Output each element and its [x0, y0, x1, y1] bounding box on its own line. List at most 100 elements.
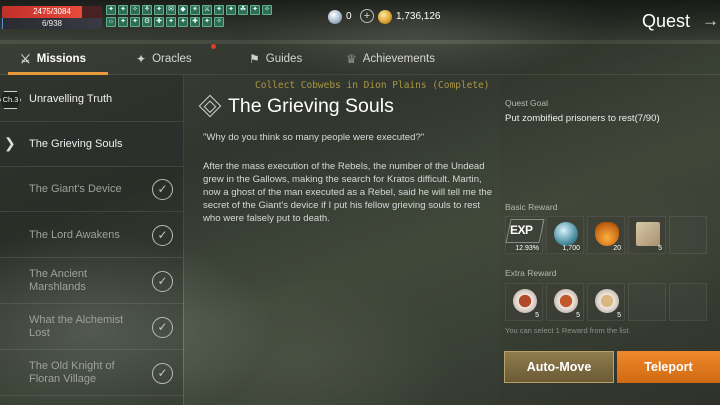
check-icon: ✓ — [152, 179, 173, 200]
buff-icon: ✦ — [178, 17, 188, 27]
hp-text: 2475/3084 — [33, 7, 71, 16]
mission-description: After the mass execution of the Rebels, … — [203, 161, 493, 224]
flag-icon: ⚑ — [249, 52, 260, 66]
tab-label: Achievements — [362, 53, 435, 65]
buff-icon: ⚘ — [142, 5, 152, 15]
mission-item-giants-device[interactable]: The Giant's Device ✓ — [0, 167, 183, 212]
buff-icon: ✧ — [214, 17, 224, 27]
tab-oracles[interactable]: ✦ Oracles — [136, 44, 192, 74]
reward-slot-empty — [669, 216, 707, 254]
reward-slot-orb[interactable]: 1,700 — [546, 216, 584, 254]
reward-qty: 1,700 — [562, 245, 580, 252]
buff-icon: ✚ — [190, 17, 200, 27]
auto-move-button[interactable]: Auto-Move — [504, 351, 614, 383]
buff-icon: ◆ — [178, 5, 188, 15]
add-gems-button[interactable]: + — [360, 9, 374, 23]
buff-icon: ✦ — [154, 5, 164, 15]
mission-item-label: The Giant's Device — [29, 182, 122, 195]
tab-missions[interactable]: ⚔ Missions — [20, 44, 86, 74]
mission-item-ancient-marshlands[interactable]: The Ancient Marshlands ✓ — [0, 259, 183, 304]
gem-count: 0 — [346, 11, 352, 22]
reward-slot-potion[interactable]: 20 — [587, 216, 625, 254]
mp-text: 6/938 — [41, 19, 63, 28]
mission-item-lord-awakens[interactable]: The Lord Awakens ✓ — [0, 213, 183, 258]
chapter-header[interactable]: Ch.3 Unravelling Truth — [0, 77, 183, 122]
tab-label: Oracles — [152, 53, 192, 65]
quest-goal-text: Put zombified prisoners to rest(7/90) — [505, 113, 660, 124]
skewer-dish-icon — [554, 289, 578, 313]
buff-icon: ✦ — [202, 17, 212, 27]
reward-slot-exp[interactable]: EXP 12.93% — [505, 216, 543, 254]
mission-item-label: What the Alchemist Lost — [29, 314, 124, 339]
buff-icon: ☘ — [238, 5, 248, 15]
buff-icon: ✧ — [130, 5, 140, 15]
mission-item-alchemist-lost[interactable]: What the Alchemist Lost ✓ — [0, 305, 183, 350]
buff-icon: ⚔ — [202, 5, 212, 15]
chapter-badge: Ch.3 — [0, 91, 21, 109]
buff-icon: ✴ — [190, 5, 200, 15]
buff-icon: ✧ — [262, 5, 272, 15]
exit-icon[interactable]: → — [702, 11, 720, 31]
scroll-icon — [636, 222, 660, 246]
check-icon: ✓ — [152, 363, 173, 384]
extra-reward-slot-skewer[interactable]: 5 — [546, 283, 584, 321]
buff-icon: ✉ — [166, 5, 176, 15]
mission-item-label: The Grieving Souls — [29, 137, 123, 150]
buff-icon: ✦ — [130, 17, 140, 27]
reward-qty: 5 — [576, 312, 580, 319]
buff-icon: ✦ — [214, 5, 224, 15]
extra-reward-label: Extra Reward — [505, 268, 557, 278]
exp-icon: EXP — [510, 223, 533, 237]
buff-icon-strip: ✦ ✦ ✧ ⚘ ✦ ✉ ◆ ✴ ⚔ ✦ ✦ ☘ ✦ ✧ ☼ ✦ ✦ ⚙ ✚ ✦ ✦ ✚ ✦ ✧ — [106, 5, 276, 27]
buff-icon: ✦ — [106, 5, 116, 15]
reward-qty: 20 — [613, 245, 621, 252]
steak-dish-icon — [513, 289, 537, 313]
check-icon: ✓ — [152, 317, 173, 338]
mp-bar: 6/938 — [2, 18, 102, 29]
reward-slot-scroll[interactable]: 5 — [628, 216, 666, 254]
star-icon: ✦ — [136, 52, 147, 66]
extra-reward-slot-steak[interactable]: 5 — [505, 283, 543, 321]
buff-icon: ✦ — [118, 5, 128, 15]
trophy-icon: ♕ — [346, 52, 357, 66]
extra-reward-slot-bread[interactable]: 5 — [587, 283, 625, 321]
check-icon: ✓ — [152, 271, 173, 292]
buff-icon: ✚ — [154, 17, 164, 27]
tab-achievements[interactable]: ♕ Achievements — [346, 44, 435, 74]
reward-slot-empty — [669, 283, 707, 321]
gold-coin-icon — [378, 10, 392, 24]
reward-qty: 5 — [658, 245, 662, 252]
selected-arrow-icon: ❯ — [4, 135, 16, 151]
buff-icon: ✦ — [166, 17, 176, 27]
bread-dish-icon — [595, 289, 619, 313]
tab-label: Guides — [265, 53, 303, 65]
mission-item-label: The Ancient Marshlands — [29, 268, 88, 293]
buff-icon: ✦ — [226, 5, 236, 15]
gold-count: 1,736,126 — [396, 11, 441, 22]
mission-title: The Grieving Souls — [228, 95, 394, 117]
notification-dot — [211, 44, 216, 49]
swords-icon: ⚔ — [20, 52, 31, 66]
reward-qty: 12.93% — [515, 245, 539, 252]
buff-icon: ✦ — [250, 5, 260, 15]
mission-quote: "Why do you think so many people were ex… — [203, 132, 425, 143]
check-icon: ✓ — [152, 225, 173, 246]
buff-icon: ☼ — [106, 17, 116, 27]
reward-select-note: You can select 1 Reward from the list. — [505, 326, 631, 335]
mission-item-label: The Old Knight of Floran Village — [29, 360, 115, 385]
basic-reward-label: Basic Reward — [505, 202, 558, 212]
mission-item-label: The Lord Awakens — [29, 228, 120, 241]
potion-icon — [595, 222, 619, 246]
buff-icon: ⚙ — [142, 17, 152, 27]
gem-icon — [328, 10, 342, 24]
mission-item-grieving-souls[interactable]: ❯ The Grieving Souls — [0, 122, 183, 167]
reward-slot-empty — [628, 283, 666, 321]
tab-label: Missions — [36, 53, 86, 65]
hp-bar: 2475/3084 — [2, 6, 102, 18]
mission-item-old-knight[interactable]: The Old Knight of Floran Village ✓ — [0, 351, 183, 396]
tab-guides[interactable]: ⚑ Guides — [249, 44, 302, 74]
reward-qty: 5 — [617, 312, 621, 319]
buff-icon: ✦ — [118, 17, 128, 27]
quest-goal-label: Quest Goal — [505, 98, 548, 108]
teleport-button[interactable]: Teleport — [617, 351, 720, 383]
